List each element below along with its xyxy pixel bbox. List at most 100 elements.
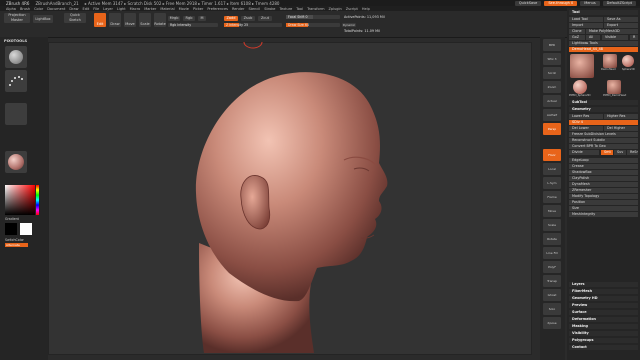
projection-master-button[interactable]: Projection Master [4,13,30,23]
sdiv-slider[interactable]: SDiv 4 [569,120,638,125]
modify-topology-section[interactable]: Modify Topology [569,194,638,199]
rgb-button[interactable]: Rgb [183,16,195,21]
divide-button[interactable]: Divide [569,150,599,155]
menu-zscript[interactable]: Zscript [346,7,358,11]
move-button[interactable]: Move [124,13,136,27]
transp-button[interactable]: Transp [543,275,561,287]
mrgb-button[interactable]: Mrgb [168,16,180,21]
gradient-label[interactable]: Gradient [5,217,19,221]
contact-section[interactable]: Contact [569,345,638,350]
dynamesh-section[interactable]: DynaMesh [569,182,638,187]
export-button[interactable]: Export [604,23,638,28]
z-intensity-slider[interactable]: Z Intensity 25 [224,23,282,27]
line-fill-button[interactable]: Line Fill [543,247,561,259]
material-thumbnail[interactable] [5,151,27,173]
menus-button[interactable]: Menus [580,0,600,6]
visibility-section[interactable]: Visibility [569,331,638,336]
menu-movie[interactable]: Movie [179,7,189,11]
tool-thumb-sphere[interactable] [621,54,635,68]
load-tool-button[interactable]: Load Tool [569,17,603,22]
tool-thumb-pm3d-demohead[interactable] [607,80,621,94]
smt-toggle[interactable]: Smt [601,150,613,155]
menu-stroke[interactable]: Stroke [264,7,275,11]
surface-section[interactable]: Surface [569,310,638,315]
del-higher-button[interactable]: Del Higher [604,126,638,131]
menu-transform[interactable]: Transform [307,7,324,11]
zadd-button[interactable]: Zadd [224,16,238,21]
zsub-button[interactable]: Zsub [241,16,255,21]
quicksave-button[interactable]: QuickSave [514,0,542,6]
menu-alpha[interactable]: Alpha [6,7,16,11]
ghost-button[interactable]: Ghost [543,289,561,301]
aahalf-button[interactable]: AAHalf [543,109,561,121]
solo-button[interactable]: Solo [543,303,561,315]
quick-sketch-button[interactable]: Quick Sketch [64,13,86,23]
menu-light[interactable]: Light [117,7,126,11]
menu-brush[interactable]: Brush [20,7,30,11]
r-button[interactable]: R [630,35,638,40]
alternate-button[interactable]: Alternate [5,243,28,247]
masking-section[interactable]: Masking [569,324,638,329]
tool-palette-title[interactable]: Tool [569,10,638,15]
layers-section[interactable]: Layers [569,282,638,287]
fibermesh-section[interactable]: FiberMesh [569,289,638,294]
lightbox-button[interactable]: LightBox [33,15,53,23]
visible-button[interactable]: Visible [602,35,628,40]
color-picker[interactable] [5,185,39,215]
menu-layer[interactable]: Layer [103,7,113,11]
menu-help[interactable]: Help [362,7,370,11]
rgb-intensity-slider[interactable]: Rgb Intensity [168,23,218,27]
scroll-button[interactable]: Scroll [543,67,561,79]
scale-view-button[interactable]: Scale [543,219,561,231]
current-tool-slider[interactable]: DemoHead_44_48 [569,47,638,52]
spix-button[interactable]: SPix 3 [543,53,561,65]
floor-button[interactable]: Floor [543,149,561,161]
menu-edit[interactable]: Edit [83,7,90,11]
menu-texture[interactable]: Texture [279,7,292,11]
all-button[interactable]: All [586,35,600,40]
draw-button[interactable]: Draw [109,13,121,27]
convert-bpr-button[interactable]: Convert BPR To Geo [569,144,638,149]
current-tool-thumbnail[interactable] [570,54,594,78]
polygroups-section[interactable]: Polygroups [569,338,638,343]
dynamic-button[interactable]: Dynamic [342,23,356,27]
actual-button[interactable]: Actual [543,95,561,107]
menu-macro[interactable]: Macro [130,7,141,11]
resmt-toggle[interactable]: ReSmt [627,150,638,155]
preview-section[interactable]: Preview [569,303,638,308]
see-through-slider[interactable]: See-through 0 [544,0,578,6]
primary-color-swatch[interactable] [5,223,17,235]
hue-strip[interactable] [36,185,39,215]
rotate-view-button[interactable]: Rotate [543,233,561,245]
claypolish-section[interactable]: ClayPolish [569,176,638,181]
zremesher-section[interactable]: ZRemesher [569,188,638,193]
menu-stencil[interactable]: Stencil [248,7,260,11]
menu-file[interactable]: File [93,7,99,11]
persp-button[interactable]: Persp [543,123,561,135]
menu-color[interactable]: Color [34,7,43,11]
draw-size-slider[interactable]: Draw Size 64 [286,23,340,27]
focal-shift-slider[interactable]: Focal Shift 0 [286,15,340,19]
deformation-section[interactable]: Deformation [569,317,638,322]
size-section[interactable]: Size [569,206,638,211]
rotate-button[interactable]: Rotate [154,13,166,27]
menu-marker[interactable]: Marker [144,7,156,11]
geometry-hd-section[interactable]: Geometry HD [569,296,638,301]
menu-document[interactable]: Document [47,7,65,11]
lightbox-tools-button[interactable]: Lightbox▸ Tools [569,41,638,46]
del-lower-button[interactable]: Del Lower [569,126,603,131]
menu-draw[interactable]: Draw [69,7,78,11]
bpr-button[interactable]: BPR [543,39,561,51]
menu-tool[interactable]: Tool [296,7,303,11]
reconstruct-subdiv-button[interactable]: Reconstruct Subdiv [569,138,638,143]
menu-material[interactable]: Material [160,7,174,11]
brush-thumbnail[interactable] [5,46,27,68]
document-canvas[interactable] [48,42,532,355]
higher-res-button[interactable]: Higher Res [604,114,638,119]
meshintegrity-section[interactable]: MeshIntegrity [569,212,638,217]
frame-button[interactable]: Frame [543,191,561,203]
local-button[interactable]: Local [543,163,561,175]
move-view-button[interactable]: Move [543,205,561,217]
secondary-color-swatch[interactable] [20,223,32,235]
switch-color-label[interactable]: SwitchColor [5,238,24,242]
